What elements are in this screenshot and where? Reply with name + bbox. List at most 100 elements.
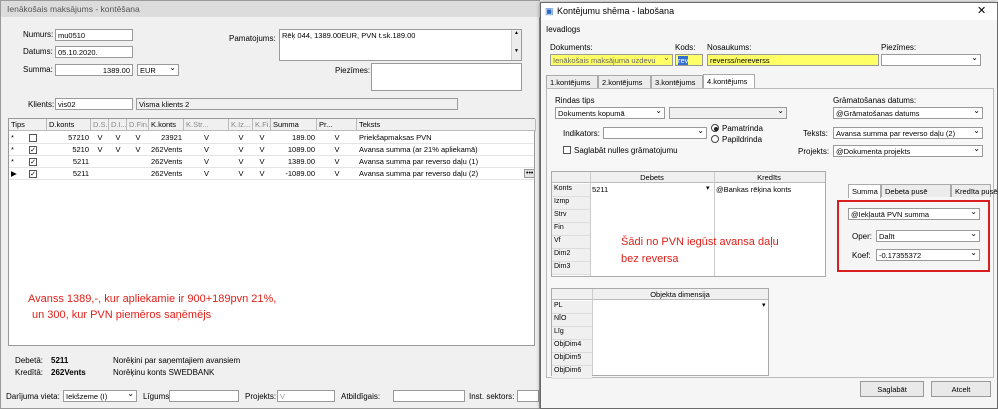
- cell-pr[interactable]: V: [317, 168, 357, 179]
- summa-select[interactable]: @Iekļautā PVN summa: [848, 208, 980, 220]
- radio-papildrinda[interactable]: [711, 135, 719, 143]
- column-header[interactable]: D.I...: [109, 119, 127, 131]
- cell-kfi[interactable]: V: [253, 156, 271, 167]
- projekts-dlg-select[interactable]: @Dokumenta projekts: [833, 145, 983, 157]
- close-icon[interactable]: ✕: [977, 4, 986, 17]
- table-row[interactable]: * 57210 V V V 23921 V V V 189.00 V Priekšapmaksas P…: [9, 132, 534, 144]
- cell-ds[interactable]: V: [91, 144, 109, 155]
- inst-sektors-field[interactable]: [517, 390, 539, 402]
- piezimes-field[interactable]: [371, 63, 522, 91]
- cell-teksts[interactable]: Avansa summa (ar 21% apliekamā): [357, 144, 536, 155]
- indikators-select[interactable]: [603, 127, 707, 139]
- table-row[interactable]: * ✓ 5210 V V V 262Vents V V V 1089.00 V Avansa summa…: [9, 144, 534, 156]
- column-header[interactable]: K.konts: [149, 119, 184, 131]
- cell-pr[interactable]: V: [317, 144, 357, 155]
- tab-kontejums-1[interactable]: 1.kontējums: [546, 75, 598, 88]
- column-header[interactable]: D.S...: [91, 119, 109, 131]
- atbildigais-field[interactable]: [393, 390, 465, 402]
- cell-kfi[interactable]: V: [253, 132, 271, 143]
- row-checkbox[interactable]: ✓: [29, 158, 37, 166]
- cell-kstr[interactable]: V: [184, 168, 229, 179]
- konts-kredits-value[interactable]: @Bankas rēķina konts: [716, 185, 791, 194]
- column-header[interactable]: Pr...: [317, 119, 357, 131]
- cell-teksts[interactable]: Priekšapmaksas PVN: [357, 132, 536, 143]
- konts-debets-dropdown-icon[interactable]: ▾: [706, 184, 710, 192]
- tab-kontejums-4[interactable]: 4.kontējums: [703, 74, 755, 88]
- cell-dfin[interactable]: V: [127, 144, 149, 155]
- rindas-tips-sub-select[interactable]: [669, 107, 787, 119]
- summa-tab-2[interactable]: Kredīta pusē: [951, 184, 998, 197]
- radio-pamatrinda[interactable]: [711, 124, 719, 132]
- oper-select[interactable]: Dalīt: [876, 230, 980, 242]
- cell-dkonts[interactable]: 5210: [47, 144, 91, 155]
- pamatojums-scrollbar[interactable]: ▲ ▼: [511, 30, 521, 60]
- cell-di[interactable]: V: [109, 132, 127, 143]
- ellipsis-button[interactable]: •••: [524, 169, 536, 178]
- koef-select[interactable]: -0.17355372: [876, 249, 980, 261]
- column-header[interactable]: Tips: [9, 119, 47, 131]
- ligums-field[interactable]: [169, 390, 239, 402]
- row-checkbox[interactable]: [29, 134, 37, 142]
- cell-pr[interactable]: V: [317, 132, 357, 143]
- saglabat-nulles-checkbox[interactable]: [563, 146, 571, 154]
- cell-summa[interactable]: 189.00: [271, 132, 317, 143]
- pamatojums-field[interactable]: Rēķ 044, 1389.00EUR, PVN t.sk.189.00: [279, 29, 522, 61]
- cell-kkonts[interactable]: 262Vents: [149, 168, 184, 179]
- table-row[interactable]: ▶ ✓ 5211 262Vents V V V -1089.00 V Avansa summa p…: [9, 168, 534, 180]
- cell-dkonts[interactable]: 57210: [47, 132, 91, 143]
- cell-kkonts[interactable]: 262Vents: [149, 156, 184, 167]
- table-row[interactable]: * ✓ 5211 262Vents V V V 1389.00 V Avansa summa pa…: [9, 156, 534, 168]
- cell-kkonts[interactable]: 23921: [149, 132, 184, 143]
- summa-tab-1[interactable]: Debeta pusē: [881, 184, 951, 197]
- column-header[interactable]: K.Str...: [184, 119, 229, 131]
- cell-summa[interactable]: -1089.00: [271, 168, 317, 179]
- nosaukums-field[interactable]: reverss/nereverss: [707, 54, 879, 66]
- cell-kiz[interactable]: V: [229, 168, 253, 179]
- cell-teksts[interactable]: Avansa summa par reverso daļu (2): [357, 168, 536, 179]
- tab-kontejums-3[interactable]: 3.kontējums: [651, 75, 703, 88]
- cell-kiz[interactable]: V: [229, 156, 253, 167]
- tab-kontejums-2[interactable]: 2.kontējums: [598, 75, 651, 88]
- cell-dkonts[interactable]: 5211: [47, 156, 91, 167]
- kods-field[interactable]: rev: [675, 54, 703, 66]
- pl-dropdown-icon[interactable]: ▾: [762, 301, 766, 309]
- cell-dfin[interactable]: V: [127, 132, 149, 143]
- summa-tab-0[interactable]: Summa: [848, 184, 881, 198]
- cell-ds[interactable]: [91, 168, 109, 179]
- piezimes-dlg-select[interactable]: [881, 54, 981, 66]
- cell-ds[interactable]: [91, 156, 109, 167]
- row-checkbox[interactable]: ✓: [29, 170, 37, 178]
- cell-summa[interactable]: 1089.00: [271, 144, 317, 155]
- cell-kstr[interactable]: V: [184, 144, 229, 155]
- column-header[interactable]: D.Fin...: [127, 119, 149, 131]
- currency-select[interactable]: EUR: [137, 64, 179, 76]
- klients-code-field[interactable]: vis02: [55, 98, 133, 110]
- cell-kfi[interactable]: V: [253, 144, 271, 155]
- column-header[interactable]: Summa: [271, 119, 317, 131]
- dokuments-select[interactable]: Ienākošais maksājuma uzdevu: [550, 54, 673, 66]
- cell-teksts[interactable]: Avansa summa par reverso daļu (1): [357, 156, 536, 167]
- cell-kstr[interactable]: V: [184, 132, 229, 143]
- cell-kstr[interactable]: V: [184, 156, 229, 167]
- cell-kfi[interactable]: V: [253, 168, 271, 179]
- cell-kiz[interactable]: V: [229, 144, 253, 155]
- summa-field[interactable]: 1389.00: [55, 64, 133, 76]
- gramatosanas-select[interactable]: @Grāmatošanas datums: [833, 107, 983, 119]
- row-checkbox[interactable]: ✓: [29, 146, 37, 154]
- teksts-select[interactable]: Avansa summa par reverso daļu (2): [833, 127, 983, 139]
- cell-dkonts[interactable]: 5211: [47, 168, 91, 179]
- cell-di[interactable]: [109, 168, 127, 179]
- column-header[interactable]: D.konts: [47, 119, 91, 131]
- cancel-button[interactable]: Atcelt: [931, 381, 991, 397]
- cell-dfin[interactable]: [127, 168, 149, 179]
- column-header[interactable]: K.Fi...: [253, 119, 271, 131]
- cell-kiz[interactable]: V: [229, 132, 253, 143]
- konts-debets-value[interactable]: 5211: [592, 185, 608, 194]
- column-header[interactable]: K.Iz...: [229, 119, 253, 131]
- save-button[interactable]: Saglabāt: [860, 381, 924, 397]
- cell-kkonts[interactable]: 262Vents: [149, 144, 184, 155]
- rindas-tips-select[interactable]: Dokuments kopumā: [555, 107, 665, 119]
- cell-ds[interactable]: V: [91, 132, 109, 143]
- cell-pr[interactable]: V: [317, 156, 357, 167]
- cell-summa[interactable]: 1389.00: [271, 156, 317, 167]
